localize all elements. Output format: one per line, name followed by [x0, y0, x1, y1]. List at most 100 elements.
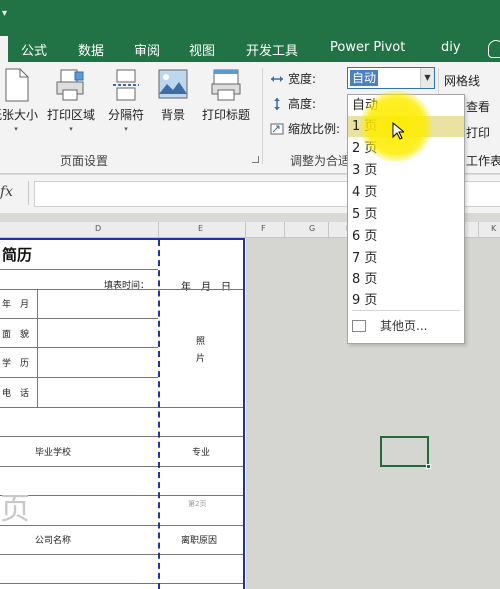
page-break-dashed-line[interactable] — [158, 240, 160, 589]
width-row: 宽度: — [270, 70, 316, 87]
column-header-g[interactable]: G — [309, 224, 315, 233]
table-line — [0, 554, 245, 555]
breaks-label: 分隔符 — [107, 108, 144, 122]
dropdown-option-8-pages[interactable]: 8 页 — [348, 269, 464, 290]
page-number-label: 第2页 — [188, 500, 207, 508]
paper-size-icon — [5, 68, 29, 102]
row-label-phone: 电 话 — [2, 389, 30, 399]
dropdown-option-3-pages[interactable]: 3 页 — [348, 160, 464, 181]
page-watermark: 页 — [0, 492, 30, 527]
tab-power-pivot[interactable]: Power Pivot — [330, 40, 405, 55]
group-label-sheet-options: 工作表选项 — [466, 154, 500, 168]
scale-row: 缩放比例: — [270, 120, 340, 137]
width-label: 宽度: — [288, 72, 317, 86]
ribbon-tab-bar: 公式 数据 审阅 视图 开发工具 Power Pivot diy — [0, 36, 500, 62]
table-line — [0, 583, 245, 584]
column-header-f[interactable]: F — [261, 224, 266, 233]
excel-window: ▾ 公式 数据 审阅 视图 开发工具 Power Pivot diy 纸张大小 … — [0, 0, 500, 589]
dropdown-option-5-pages[interactable]: 5 页 — [348, 204, 464, 225]
background-label: 背景 — [160, 108, 185, 122]
breaks-button[interactable]: 分隔符 ▾ — [102, 68, 150, 133]
width-select-value: 自动 — [350, 70, 379, 86]
table-line — [0, 318, 158, 319]
dropdown-option-4-pages[interactable]: 4 页 — [348, 182, 464, 203]
print-page[interactable]: 简历 填表时间： 年 月 日 年 月 面 貌 学 历 电 话 照 片 毕业学校 … — [0, 238, 246, 589]
table-line — [0, 269, 158, 270]
group-label-page-setup: 页面设置 — [60, 154, 109, 168]
page-setup-icon — [352, 320, 366, 332]
table-line — [0, 347, 158, 348]
tab-formulas[interactable]: 公式 — [21, 40, 47, 59]
gridlines-view-checkbox[interactable]: 查看 — [466, 98, 490, 115]
table-line — [0, 436, 245, 437]
height-row: 高度: — [270, 95, 316, 112]
tab-developer[interactable]: 开发工具 — [246, 40, 298, 59]
scale-label: 缩放比例: — [288, 122, 341, 136]
page-break-line — [0, 238, 245, 240]
column-header-k[interactable]: K — [491, 224, 496, 233]
chevron-down-icon[interactable]: ▼ — [420, 68, 434, 88]
chevron-down-icon: ▾ — [14, 125, 18, 133]
width-icon — [271, 76, 283, 82]
paper-size-button[interactable]: 纸张大小 ▾ — [0, 68, 38, 133]
dropdown-option-6-pages[interactable]: 6 页 — [348, 226, 464, 247]
tab-review[interactable]: 审阅 — [134, 40, 160, 59]
width-select[interactable]: 自动 ▼ — [347, 67, 435, 89]
tab-data[interactable]: 数据 — [78, 40, 104, 59]
page-break-line[interactable] — [243, 238, 245, 589]
gridlines-print-checkbox[interactable]: 打印 — [466, 124, 490, 141]
print-titles-button[interactable]: 打印标题 — [194, 68, 258, 123]
height-label: 高度: — [288, 97, 317, 111]
height-icon — [274, 98, 280, 110]
chevron-down-icon: ▾ — [124, 125, 128, 133]
resume-title: 简历 — [2, 246, 33, 264]
dropdown-option-7-pages[interactable]: 7 页 — [348, 248, 464, 269]
dropdown-divider — [352, 310, 460, 311]
background-button[interactable]: 背景 — [155, 68, 191, 123]
page-break-icon — [113, 69, 139, 101]
formula-bar-separator — [28, 181, 29, 205]
table-line — [0, 495, 245, 496]
leave-reason-header: 离职原因 — [181, 536, 218, 546]
column-header-d[interactable]: D — [95, 224, 101, 233]
print-area-icon — [56, 69, 84, 101]
lightbulb-icon[interactable] — [488, 40, 500, 58]
selected-cell[interactable] — [380, 436, 431, 469]
tab-view[interactable]: 视图 — [189, 40, 215, 59]
tab-diy[interactable]: diy — [441, 40, 461, 55]
company-header: 公司名称 — [35, 536, 72, 546]
print-area-button[interactable]: 打印区域 ▾ — [40, 68, 102, 133]
print-titles-label: 打印标题 — [201, 108, 250, 122]
page-setup-dialog-launcher[interactable] — [252, 156, 259, 163]
tab-page-layout-active[interactable] — [0, 36, 8, 62]
gridlines-label: 网格线 — [444, 74, 481, 88]
insert-function-button[interactable]: fx — [0, 184, 26, 200]
more-pages-label: 其他页... — [380, 319, 428, 333]
quick-access-toolbar[interactable]: ▾ — [2, 8, 7, 19]
photo-label: 照 片 — [196, 337, 206, 364]
row-label-birth: 年 月 — [2, 300, 30, 310]
background-image-icon — [158, 69, 188, 99]
school-header: 毕业学校 — [35, 448, 72, 458]
chevron-down-icon: ▾ — [69, 125, 73, 133]
table-line — [37, 289, 38, 407]
print-area-label: 打印区域 — [46, 108, 95, 122]
major-header: 专业 — [192, 448, 211, 458]
more-pages-option[interactable]: 其他页... — [352, 317, 427, 334]
table-line — [0, 407, 245, 408]
column-header-e[interactable]: E — [198, 224, 203, 233]
print-titles-icon — [211, 69, 241, 101]
table-line — [0, 377, 158, 378]
date-label: 年 月 日 — [181, 282, 231, 293]
table-line — [0, 466, 245, 467]
ribbon-separator — [262, 68, 263, 164]
dropdown-option-9-pages[interactable]: 9 页 — [348, 290, 464, 311]
title-bar: ▾ — [0, 0, 500, 36]
scale-icon — [270, 123, 284, 135]
paper-size-label: 纸张大小 — [0, 108, 38, 122]
table-line — [0, 525, 245, 526]
fill-handle[interactable] — [426, 464, 431, 469]
row-label-education: 学 历 — [2, 359, 30, 369]
mouse-pointer-icon — [392, 122, 404, 140]
row-label-political-status: 面 貌 — [2, 330, 30, 340]
